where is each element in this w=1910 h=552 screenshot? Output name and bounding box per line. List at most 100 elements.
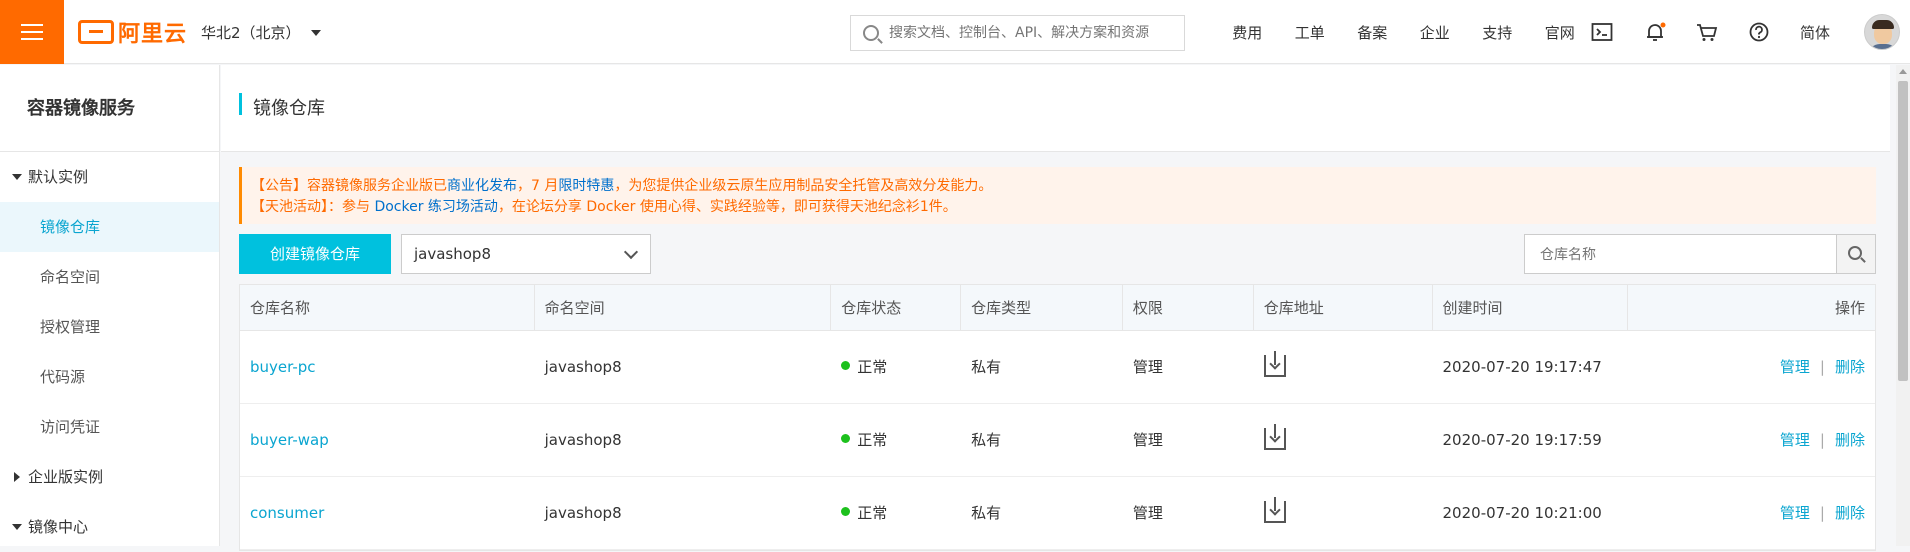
column-header-permission: 权限 <box>1123 285 1254 331</box>
repo-status: 正常 <box>831 477 961 550</box>
repo-actions: 管理 | 删除 <box>1779 504 1865 522</box>
sidebar-item-namespaces[interactable]: 命名空间 <box>0 252 219 302</box>
delete-link[interactable]: 删除 <box>1835 504 1865 522</box>
repo-namespace: javashop8 <box>544 504 622 522</box>
repo-created-time: 2020-07-20 10:21:00 <box>1442 504 1602 522</box>
search-icon <box>1848 246 1862 260</box>
global-search-input[interactable] <box>889 25 1179 41</box>
top-link-enterprise[interactable]: 企业 <box>1404 22 1467 43</box>
repo-created-time: 2020-07-20 19:17:59 <box>1442 431 1602 449</box>
scroll-up-arrow-icon[interactable] <box>1899 69 1907 74</box>
top-link-icp[interactable]: 备案 <box>1341 22 1404 43</box>
manage-link[interactable]: 管理 <box>1780 431 1810 449</box>
sidebar-item-authorization[interactable]: 授权管理 <box>0 302 219 352</box>
announcement-notice: 【公告】容器镜像服务企业版已商业化发布，7 月限时特惠，为您提供企业级云原生应用… <box>239 167 1876 224</box>
region-label: 华北2（北京） <box>201 24 301 42</box>
column-header-created: 创建时间 <box>1433 285 1629 331</box>
manage-link[interactable]: 管理 <box>1780 504 1810 522</box>
sidebar-item-code-source[interactable]: 代码源 <box>0 352 219 402</box>
repo-address <box>1254 404 1433 477</box>
user-avatar[interactable] <box>1864 14 1900 50</box>
column-header-address: 仓库地址 <box>1254 285 1433 331</box>
delete-link[interactable]: 删除 <box>1835 431 1865 449</box>
repository-search[interactable] <box>1524 234 1837 274</box>
column-header-namespace: 命名空间 <box>535 285 832 331</box>
repo-address <box>1254 477 1433 550</box>
repo-type: 私有 <box>971 358 1002 376</box>
repo-namespace: javashop8 <box>544 358 622 376</box>
status-dot-icon <box>841 434 851 443</box>
delete-link[interactable]: 删除 <box>1835 358 1865 376</box>
page-scrollbar[interactable] <box>1896 65 1910 546</box>
top-link-fees[interactable]: 费用 <box>1216 22 1279 43</box>
logo-text: 阿里云 <box>118 22 188 47</box>
terminal-icon[interactable] <box>1591 22 1613 42</box>
repo-permission: 管理 <box>1132 504 1163 522</box>
triangle-down-icon <box>12 174 22 180</box>
repo-namespace: javashop8 <box>544 431 622 449</box>
column-header-actions: 操作 <box>1834 299 1865 317</box>
repository-table: 仓库名称 命名空间 仓库状态 仓库类型 权限 仓库地址 创建时间 操作 buye… <box>239 284 1876 551</box>
sidebar-group-enterprise-instance[interactable]: 企业版实例 <box>0 452 219 502</box>
repo-actions: 管理 | 删除 <box>1779 431 1865 449</box>
top-link-support[interactable]: 支持 <box>1466 22 1529 43</box>
triangle-down-icon <box>12 524 22 530</box>
download-icon[interactable] <box>1263 423 1286 450</box>
repo-type: 私有 <box>971 431 1002 449</box>
sidebar-group-default-instance[interactable]: 默认实例 <box>0 152 219 202</box>
top-navbar: 阿里云 华北2（北京） 费用 工单 备案 企业 支持 官网 简体 <box>0 0 1910 64</box>
repo-type: 私有 <box>971 504 1002 522</box>
sidebar-item-repositories[interactable]: 镜像仓库 <box>0 202 219 252</box>
notice-link-docker-activity[interactable]: Docker 练习场活动 <box>374 199 497 215</box>
namespace-select-value: javashop8 <box>414 245 491 263</box>
repo-status: 正常 <box>831 331 961 404</box>
download-icon[interactable] <box>1263 350 1286 377</box>
top-link-official[interactable]: 官网 <box>1529 22 1592 43</box>
region-selector[interactable]: 华北2（北京） <box>201 22 321 43</box>
repo-created-time: 2020-07-20 19:17:47 <box>1442 358 1602 376</box>
caret-down-icon <box>310 29 321 36</box>
top-links: 费用 工单 备案 企业 支持 官网 <box>1216 0 1591 64</box>
notice-line-2: 【天池活动】：参与 Docker 练习场活动，在论坛分享 Docker 使用心得… <box>251 199 957 215</box>
notice-link-discount[interactable]: 限时特惠 <box>558 178 614 194</box>
repository-search-button[interactable] <box>1836 234 1876 274</box>
table-header: 仓库名称 命名空间 仓库状态 仓库类型 权限 仓库地址 创建时间 操作 <box>240 285 1875 331</box>
aliyun-logo[interactable]: 阿里云 <box>78 19 188 47</box>
page-header: 镜像仓库 <box>221 65 1890 152</box>
aliyun-logo-icon <box>78 20 114 44</box>
status-dot-icon <box>841 361 851 370</box>
repo-permission: 管理 <box>1132 431 1163 449</box>
sidebar-title: 容器镜像服务 <box>0 65 219 152</box>
cart-icon[interactable] <box>1696 22 1718 42</box>
repository-search-input[interactable] <box>1540 247 1820 263</box>
namespace-select[interactable]: javashop8 <box>401 234 651 274</box>
download-icon[interactable] <box>1263 496 1286 523</box>
sidebar-group-image-center[interactable]: 镜像中心 <box>0 502 219 552</box>
global-search[interactable] <box>850 15 1185 51</box>
bell-icon[interactable] <box>1644 22 1666 42</box>
help-icon[interactable] <box>1748 22 1770 42</box>
repo-actions: 管理 | 删除 <box>1779 358 1865 376</box>
table-row: buyer-pc javashop8 正常 私有 管理 2020-07-20 1… <box>240 331 1875 404</box>
repo-name-link[interactable]: consumer <box>240 477 535 550</box>
column-header-status: 仓库状态 <box>831 285 962 331</box>
language-switch[interactable]: 简体 <box>1800 22 1830 43</box>
repo-address <box>1254 331 1433 404</box>
manage-link[interactable]: 管理 <box>1780 358 1810 376</box>
scrollbar-thumb[interactable] <box>1898 81 1908 381</box>
repo-status: 正常 <box>831 404 961 477</box>
table-row: consumer javashop8 正常 私有 管理 2020-07-20 1… <box>240 477 1875 550</box>
column-header-name: 仓库名称 <box>240 285 535 331</box>
repo-name-link[interactable]: buyer-wap <box>240 404 535 477</box>
repo-permission: 管理 <box>1132 358 1163 376</box>
notice-line-1: 【公告】容器镜像服务企业版已商业化发布，7 月限时特惠，为您提供企业级云原生应用… <box>251 178 993 194</box>
hamburger-menu-button[interactable] <box>0 0 64 64</box>
top-link-ticket[interactable]: 工单 <box>1279 22 1342 43</box>
page-title: 镜像仓库 <box>253 98 325 119</box>
repo-name-link[interactable]: buyer-pc <box>240 331 535 404</box>
status-dot-icon <box>841 507 851 516</box>
chevron-down-icon <box>623 244 639 260</box>
create-repository-button[interactable]: 创建镜像仓库 <box>239 234 391 274</box>
sidebar-item-credentials[interactable]: 访问凭证 <box>0 402 219 452</box>
notice-link-commercial[interactable]: 商业化发布 <box>447 178 517 194</box>
